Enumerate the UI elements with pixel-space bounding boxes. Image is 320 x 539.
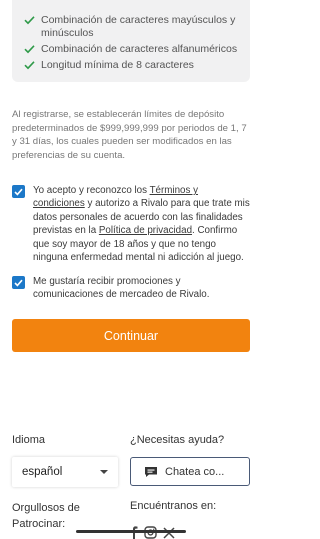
- deposit-limit-notice: Al registrarse, se establecerán límites …: [12, 109, 247, 161]
- home-indicator: [76, 530, 186, 533]
- sponsor-label-line: Orgullosos de: [12, 502, 80, 514]
- requirement-item: Longitud mínima de 8 caracteres: [12, 59, 250, 72]
- continue-button[interactable]: Continuar: [12, 319, 250, 352]
- checkmark-icon: [14, 188, 23, 196]
- terms-text: Yo acepto y reconozco los Términos y con…: [33, 184, 252, 264]
- check-icon: [24, 44, 36, 54]
- promo-consent: Me gustaría recibir promociones y comuni…: [12, 275, 252, 302]
- privacy-policy-link[interactable]: Política de privacidad: [99, 225, 192, 236]
- chat-button[interactable]: Chatea co...: [130, 457, 250, 486]
- language-select[interactable]: español: [12, 457, 118, 487]
- check-icon: [24, 15, 36, 25]
- checkmark-icon: [14, 279, 23, 287]
- requirement-text: Combinación de caracteres alfanuméricos: [41, 43, 238, 55]
- promo-checkbox[interactable]: [12, 276, 25, 289]
- terms-checkbox[interactable]: [12, 185, 25, 198]
- find-us-label: Encuéntranos en:: [130, 500, 217, 512]
- requirement-item: Combinación de caracteres mayúsculos y m…: [12, 14, 250, 40]
- password-requirements: Combinación de caracteres mayúsculos y m…: [12, 0, 250, 82]
- language-value: español: [22, 466, 63, 478]
- terms-text-part: Yo acepto y reconozco los: [33, 185, 150, 196]
- requirement-text: Combinación de caracteres mayúsculos y m…: [41, 14, 236, 39]
- terms-consent: Yo acepto y reconozco los Términos y con…: [12, 184, 252, 264]
- requirement-text: Longitud mínima de 8 caracteres: [41, 59, 194, 71]
- promo-text: Me gustaría recibir promociones y comuni…: [33, 276, 210, 301]
- chat-label: Chatea co...: [165, 465, 225, 478]
- requirement-item: Combinación de caracteres alfanuméricos: [12, 43, 250, 56]
- sponsor-label: Orgullosos de Patrocinar:: [12, 500, 80, 532]
- chat-icon: [144, 466, 158, 478]
- chevron-down-icon: [100, 470, 108, 474]
- check-icon: [24, 60, 36, 70]
- sponsor-label-line: Patrocinar:: [12, 518, 66, 530]
- language-label: Idioma: [12, 434, 46, 446]
- help-label: ¿Necesitas ayuda?: [130, 434, 225, 446]
